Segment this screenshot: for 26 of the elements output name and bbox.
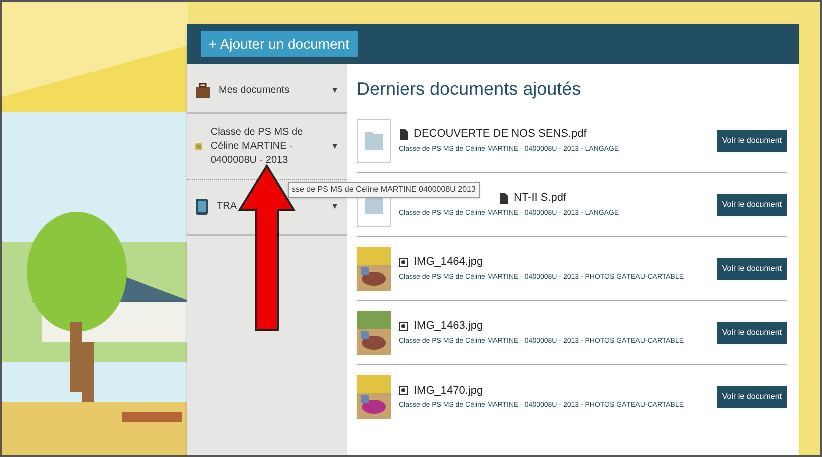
- document-name[interactable]: NT-II S.pdf: [514, 190, 567, 206]
- document-icon: [499, 192, 508, 204]
- view-document-button[interactable]: Voir le document: [717, 194, 787, 216]
- document-name[interactable]: IMG_1463.jpg: [414, 318, 484, 334]
- image-icon: [399, 386, 408, 396]
- sidebar-item[interactable]: Classe de PS MS de Céline MARTINE - 0400008U - 2013: [210, 126, 324, 168]
- view-document-button[interactable]: Voir le document: [717, 322, 787, 344]
- tooltip: sse de PS MS de Céline MARTINE 0400008U 2013: [288, 182, 480, 198]
- sidebar-item[interactable]: TRA: [217, 200, 237, 214]
- document-name[interactable]: IMG_1470.jpg: [414, 382, 484, 399]
- caret-icon[interactable]: ▼: [331, 85, 339, 97]
- view-document-button[interactable]: Voir le document: [717, 130, 787, 152]
- document-icon: [399, 128, 408, 140]
- sidebar-item[interactable]: Mes documents: [219, 84, 290, 98]
- image-icon: [399, 322, 408, 331]
- view-document-button[interactable]: Voir le document: [717, 386, 787, 408]
- image-icon: [399, 258, 408, 267]
- tablet-icon: [195, 198, 209, 216]
- view-document-button[interactable]: Voir le document: [717, 258, 787, 280]
- document-name[interactable]: IMG_1464.jpg: [414, 254, 484, 270]
- briefcase-icon: [195, 83, 211, 99]
- folder-icon: [365, 132, 383, 150]
- section-title: Derniers documents ajoutés: [357, 78, 582, 101]
- caret-icon[interactable]: ▼: [331, 201, 339, 213]
- document-name[interactable]: DECOUVERTE DE NOS SENS.pdf: [414, 126, 587, 142]
- caret-icon[interactable]: ▼: [331, 140, 339, 152]
